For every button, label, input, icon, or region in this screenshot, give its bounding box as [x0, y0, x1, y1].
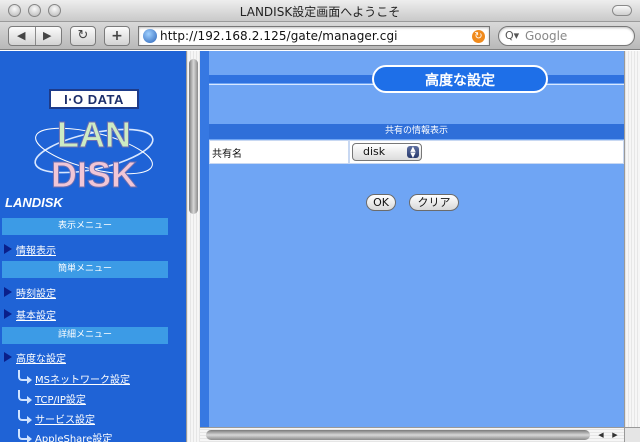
address-input[interactable]: http://192.168.2.125/gate/manager.cgi [160, 29, 398, 43]
sidebar-subitem-label[interactable]: TCP/IP設定 [35, 391, 86, 406]
globe-icon [143, 29, 157, 43]
content-horizontal-scrollbar[interactable]: ◀ ▶ [200, 427, 624, 442]
search-field[interactable]: Q▾ Google [498, 26, 635, 46]
reload-icon: ↻ [77, 28, 89, 43]
select-arrows-icon: ▲ ▼ [407, 146, 419, 159]
triangle-icon [4, 352, 12, 362]
button-divider [35, 27, 36, 45]
plus-icon: + [111, 28, 123, 44]
scroll-left-icon[interactable]: ◀ [594, 429, 608, 441]
content-frame: 高度な設定 共有の情報表示 共有名 disk ▲ ▼ OK クリア [200, 51, 624, 427]
branch-arrowhead-icon [27, 416, 32, 424]
back-forward-control: ◀ ▶ [8, 26, 62, 46]
menu-header-easy: 簡単メニュー [2, 261, 168, 278]
toolbar-toggle-button[interactable] [612, 5, 632, 16]
page-title: 高度な設定 [425, 73, 495, 89]
sidebar-item-label[interactable]: 時刻設定 [16, 285, 56, 300]
sidebar-scrollbar[interactable] [186, 51, 200, 442]
window-title: LANDISK設定画面へようこそ [239, 5, 401, 19]
horizontal-scroll-thumb[interactable] [206, 430, 590, 440]
sidebar-item-label[interactable]: 高度な設定 [16, 350, 66, 365]
sidebar-frame: I·O DATA LAN DISK LANDISK 表示メニュー 情報表示 簡単… [0, 51, 186, 442]
branch-arrowhead-icon [27, 396, 32, 404]
branch-arrowhead-icon [27, 435, 32, 442]
forward-icon[interactable]: ▶ [43, 27, 51, 45]
section-header: 共有の情報表示 [209, 124, 624, 139]
logo-lan-text: LAN [57, 114, 131, 155]
sidebar-subitem-label[interactable]: サービス設定 [35, 411, 95, 426]
sidebar-item-label[interactable]: 情報表示 [16, 242, 56, 257]
branch-arrowhead-icon [27, 376, 32, 384]
sidebar-subitem-label[interactable]: MSネットワーク設定 [35, 371, 130, 386]
window-titlebar: LANDISK設定画面へようこそ [0, 0, 640, 22]
search-input[interactable]: Google [525, 29, 567, 43]
share-select-value: disk [363, 145, 386, 158]
scroll-right-icon[interactable]: ▶ [608, 429, 622, 441]
sidebar-scroll-thumb[interactable] [189, 59, 198, 214]
landisk-logo: LAN DISK [34, 114, 154, 191]
triangle-icon [4, 244, 12, 254]
logo-disk-text: DISK [51, 154, 137, 191]
brand-label: LANDISK [5, 195, 63, 210]
resize-corner[interactable] [624, 427, 640, 442]
content-left-stripe [200, 51, 209, 427]
search-icon[interactable]: Q▾ [505, 29, 519, 42]
page-heading-badge: 高度な設定 [372, 65, 548, 93]
sidebar-subitem-label[interactable]: AppleShare設定 [35, 430, 112, 442]
menu-header-display: 表示メニュー [2, 218, 168, 235]
logo-io-text: I·O DATA [64, 92, 124, 107]
browser-toolbar: ◀ ▶ ↻ + http://192.168.2.125/gate/manage… [0, 22, 640, 50]
triangle-icon [4, 309, 12, 319]
add-bookmark-button[interactable]: + [104, 26, 130, 46]
menu-header-advanced: 詳細メニュー [2, 327, 168, 344]
content-vertical-scrollbar[interactable] [624, 51, 640, 427]
refresh-icon[interactable]: ↻ [472, 30, 485, 43]
share-name-cell: disk ▲ ▼ [349, 140, 624, 164]
address-bar[interactable]: http://192.168.2.125/gate/manager.cgi ↻ [138, 26, 490, 46]
share-select[interactable]: disk ▲ ▼ [352, 143, 422, 161]
share-name-label: 共有名 [209, 140, 349, 164]
back-icon[interactable]: ◀ [17, 27, 25, 45]
reload-button[interactable]: ↻ [70, 26, 96, 46]
ok-button[interactable]: OK [366, 194, 396, 211]
sidebar-item-label[interactable]: 基本設定 [16, 307, 56, 322]
triangle-icon [4, 287, 12, 297]
clear-button[interactable]: クリア [409, 194, 459, 211]
io-data-logo: I·O DATA [49, 89, 139, 109]
